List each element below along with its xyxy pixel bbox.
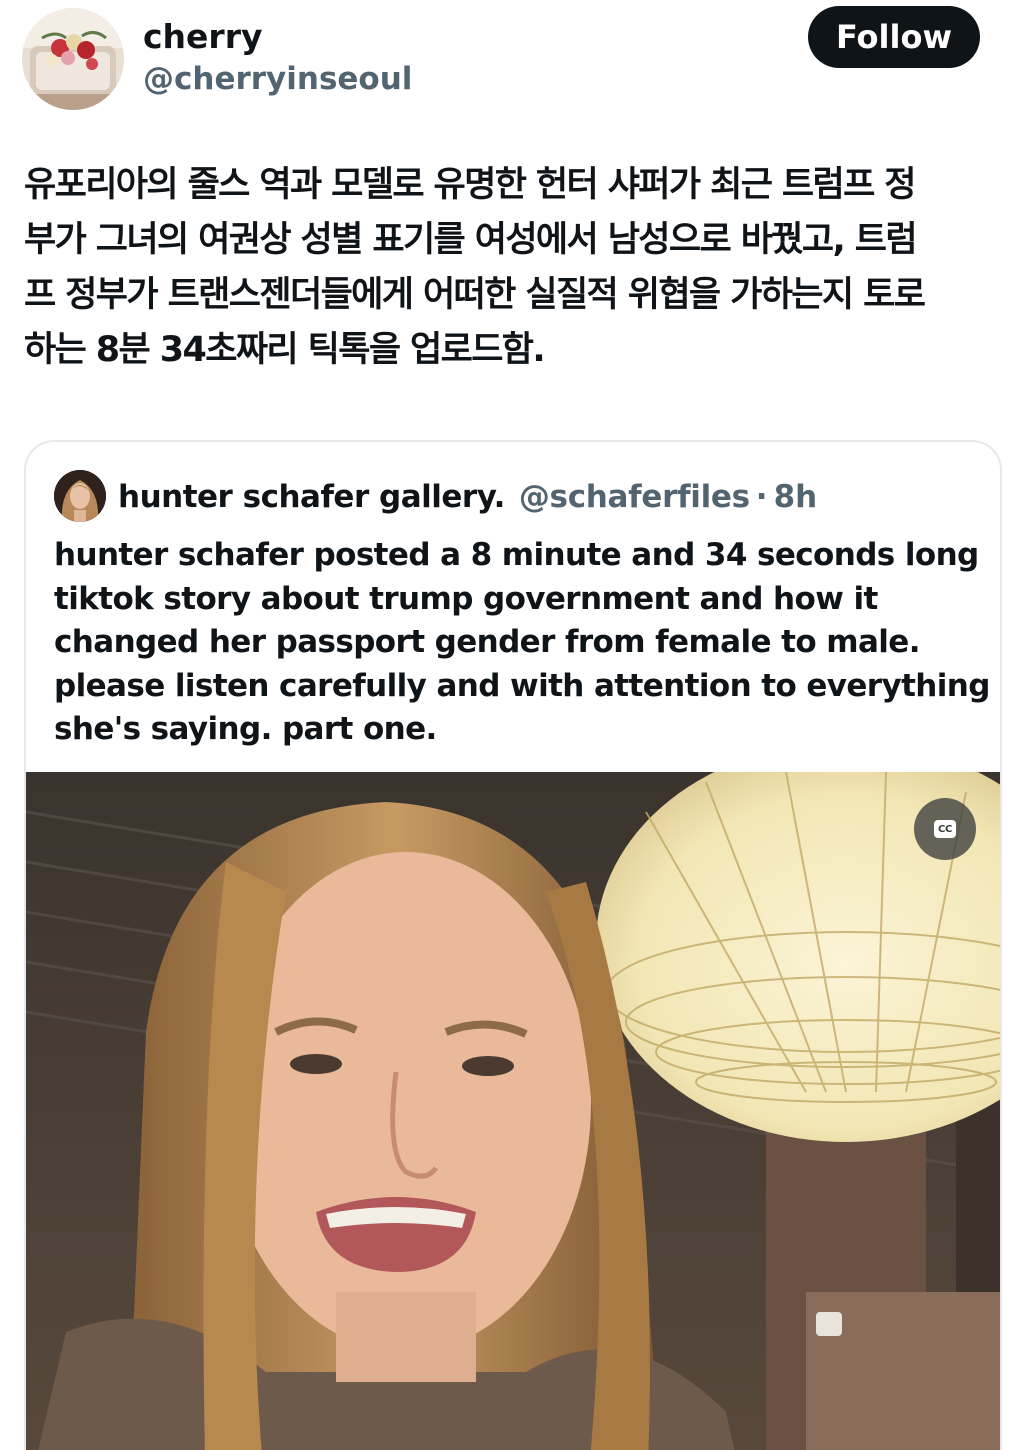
quoted-author-handle[interactable]: @schaferfiles <box>519 479 750 515</box>
tweet-text: 유포리아의 줄스 역과 모델로 유명한 헌터 샤퍼가 최근 트럼프 정 부가 그… <box>24 158 1009 378</box>
quoted-author-avatar[interactable] <box>54 470 106 522</box>
quoted-tweet-header: hunter schafer gallery. @schaferfiles · … <box>118 474 817 520</box>
tweet-text-line: 부가 그녀의 여권상 성별 표기를 여성에서 남성으로 바꿨고, 트럼 <box>24 220 918 260</box>
video-frame <box>26 772 1000 1450</box>
quoted-tweet-timestamp[interactable]: 8h <box>774 479 818 515</box>
quoted-tweet-card[interactable]: hunter schafer gallery. @schaferfiles · … <box>24 440 1002 1450</box>
tweet-text-line: 유포리아의 줄스 역과 모델로 유명한 헌터 샤퍼가 최근 트럼프 정 <box>24 165 916 205</box>
author-handle[interactable]: @cherryinseoul <box>143 56 412 102</box>
author-display-name[interactable]: cherry <box>143 14 263 60</box>
closed-captions-button[interactable]: CC <box>914 798 976 860</box>
video-player[interactable]: CC <box>26 772 1000 1450</box>
header-separator: · <box>755 479 768 515</box>
bouquet-photo-avatar-icon <box>22 8 124 110</box>
quoted-text-line: please listen carefully and with attenti… <box>54 667 990 704</box>
tweet-text-line: 하는 8분 34초짜리 틱톡을 업로드함. <box>24 330 546 370</box>
author-avatar[interactable] <box>22 8 124 110</box>
quoted-text-line: tiktok story about trump government and … <box>54 580 878 617</box>
quoted-tweet-text: hunter schafer posted a 8 minute and 34 … <box>54 534 990 752</box>
follow-button[interactable]: Follow <box>808 6 980 68</box>
portrait-avatar-icon <box>54 470 106 522</box>
quoted-text-line: hunter schafer posted a 8 minute and 34 … <box>54 537 979 573</box>
quoted-text-line: she's saying. part one. <box>54 711 437 748</box>
closed-captions-icon: CC <box>934 820 956 838</box>
tweet-page: cherry @cherryinseoul Follow 유포리아의 줄스 역과… <box>0 0 1024 1450</box>
quoted-text-line: changed her passport gender from female … <box>54 624 920 661</box>
quoted-author-display-name[interactable]: hunter schafer gallery. <box>118 479 505 515</box>
tweet-text-line: 프 정부가 트랜스젠더들에게 어떠한 실질적 위협을 가하는지 토로 <box>24 275 926 315</box>
